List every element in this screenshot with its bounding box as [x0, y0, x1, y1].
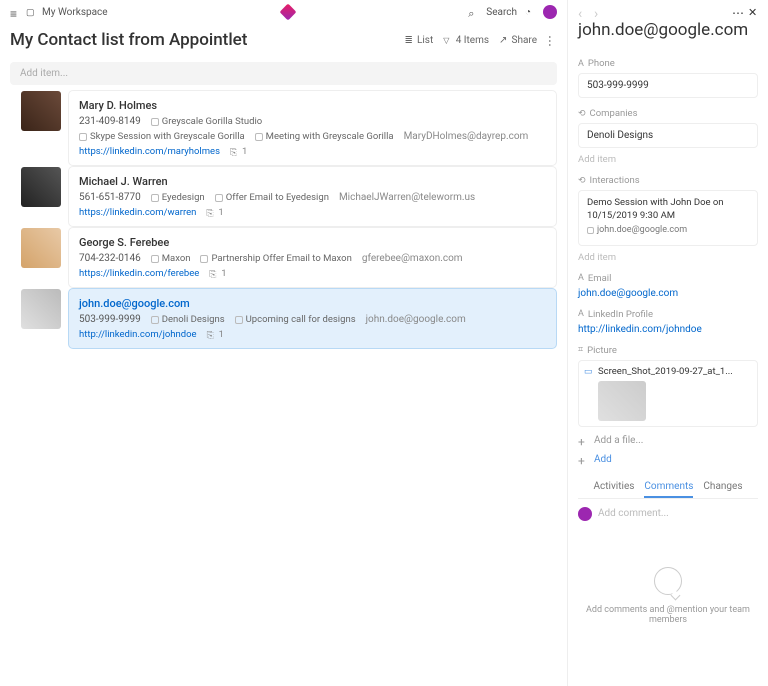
phone-field[interactable]: 503-999-9999	[578, 73, 758, 98]
contact-card[interactable]: George S. Ferebee 704-232-0146 Maxon Par…	[68, 227, 557, 288]
contact-linkedin[interactable]: https://linkedin.com/ferebee	[79, 268, 199, 279]
avatar	[21, 289, 61, 329]
add-interaction[interactable]: Add item	[578, 252, 758, 263]
contact-phone: 704-232-0146	[79, 253, 141, 264]
field-label-companies: ⟲Companies	[578, 108, 758, 119]
tab-activities[interactable]: Activities	[594, 481, 635, 498]
more-icon[interactable]	[732, 6, 742, 16]
add-item-input[interactable]: Add item...	[10, 62, 557, 85]
contact-company: Maxon	[151, 253, 191, 264]
contact-name: George S. Ferebee	[79, 236, 546, 249]
attachment-badge: 1	[209, 268, 226, 279]
page-title: My Contact list from Appointlet	[10, 30, 404, 50]
field-label-email: AEmail	[578, 273, 758, 284]
more-icon[interactable]	[547, 35, 557, 45]
field-label-picture: ⌗Picture	[578, 345, 758, 356]
picture-field[interactable]: Screen_Shot_2019-09-27_at_1...	[578, 360, 758, 427]
workspace-name[interactable]: My Workspace	[42, 7, 108, 18]
picture-filename: Screen_Shot_2019-09-27_at_1...	[598, 366, 733, 377]
comment-input[interactable]: Add comment...	[598, 508, 669, 519]
plus-icon	[578, 454, 588, 464]
contact-company: Eyedesign	[151, 192, 205, 203]
detail-title: john.doe@google.com	[578, 20, 758, 40]
interaction-sub: john.doe@google.com	[587, 225, 687, 237]
contact-name: Michael J. Warren	[79, 175, 546, 188]
company-field[interactable]: Denoli Designs	[578, 123, 758, 148]
avatar	[21, 91, 61, 131]
contact-phone: 561-651-8770	[79, 192, 141, 203]
picture-thumbnail	[598, 381, 646, 421]
plus-icon	[578, 435, 588, 445]
add-file-button[interactable]: Add a file...	[578, 435, 758, 446]
avatar	[21, 167, 61, 207]
interaction-field[interactable]: Demo Session with John Doe on 10/15/2019…	[578, 190, 758, 245]
commenter-avatar	[578, 507, 592, 521]
prev-icon[interactable]	[578, 6, 588, 16]
tab-comments[interactable]: Comments	[644, 481, 693, 498]
contact-phone: 503-999-9999	[79, 314, 141, 325]
next-icon[interactable]	[594, 6, 604, 16]
empty-comments-text: Add comments and @mention your team memb…	[578, 605, 758, 625]
add-company[interactable]: Add item	[578, 154, 758, 165]
contact-card[interactable]: Mary D. Holmes 231-409-8149 Greyscale Go…	[68, 90, 557, 166]
search-label[interactable]: Search	[486, 7, 517, 18]
linkedin-field[interactable]: http://linkedin.com/johndoe	[578, 324, 758, 335]
close-icon[interactable]	[748, 6, 758, 16]
user-avatar[interactable]	[543, 5, 557, 19]
view-list[interactable]: List	[404, 35, 433, 46]
file-icon	[584, 366, 594, 376]
field-label-phone: APhone	[578, 58, 758, 69]
contact-card[interactable]: Michael J. Warren 561-651-8770 Eyedesign…	[68, 166, 557, 227]
contact-name: Mary D. Holmes	[79, 99, 546, 112]
comment-bubble-icon	[654, 567, 682, 595]
contact-email: MaryDHolmes@dayrep.com	[404, 131, 529, 142]
email-field[interactable]: john.doe@google.com	[578, 288, 758, 299]
attachment-badge: 1	[207, 329, 224, 340]
contact-name: john.doe@google.com	[79, 297, 546, 310]
search-icon[interactable]	[468, 7, 478, 17]
attachment-badge: 1	[230, 146, 247, 157]
folder-icon	[26, 7, 36, 17]
topbar: My Workspace Search	[0, 0, 567, 24]
add-property-button[interactable]: Add	[578, 454, 758, 465]
field-label-interactions: ⟲Interactions	[578, 175, 758, 186]
contact-linkedin[interactable]: https://linkedin.com/maryholmes	[79, 146, 220, 157]
attachment-badge: 1	[206, 207, 223, 218]
contact-email: MichaelJWarren@teleworm.us	[339, 192, 475, 203]
items-count[interactable]: 4 Items	[443, 35, 489, 46]
contact-linkedin[interactable]: https://linkedin.com/warren	[79, 207, 196, 218]
tab-changes[interactable]: Changes	[703, 481, 742, 498]
empty-comments: Add comments and @mention your team memb…	[578, 557, 758, 625]
contact-linkedin[interactable]: http://linkedin.com/johndoe	[79, 329, 197, 340]
interaction-text: Demo Session with John Doe on 10/15/2019…	[587, 197, 749, 222]
contact-card[interactable]: john.doe@google.com 503-999-9999 Denoli …	[68, 288, 557, 349]
contact-company: Denoli Designs	[151, 314, 225, 325]
detail-tabs: Activities Comments Changes	[578, 481, 758, 499]
contact-company: Greyscale Gorilla Studio	[151, 116, 262, 127]
bell-icon[interactable]	[525, 7, 535, 17]
contact-event: Skype Session with Greyscale Gorilla	[79, 131, 245, 142]
contact-event: Partnership Offer Email to Maxon	[200, 253, 351, 264]
share-button[interactable]: Share	[499, 35, 537, 46]
avatar	[21, 228, 61, 268]
contact-email: gferebee@maxon.com	[362, 253, 463, 264]
detail-panel: john.doe@google.com APhone 503-999-9999 …	[568, 0, 768, 686]
contact-phone: 231-409-8149	[79, 116, 141, 127]
field-label-linkedin: ALinkedIn Profile	[578, 309, 758, 320]
menu-icon[interactable]	[10, 7, 20, 17]
contact-event: Meeting with Greyscale Gorilla	[255, 131, 394, 142]
logo-icon	[279, 4, 296, 21]
contact-event: Offer Email to Eyedesign	[215, 192, 329, 203]
contact-event: Upcoming call for designs	[235, 314, 356, 325]
contact-email: john.doe@google.com	[366, 314, 466, 325]
